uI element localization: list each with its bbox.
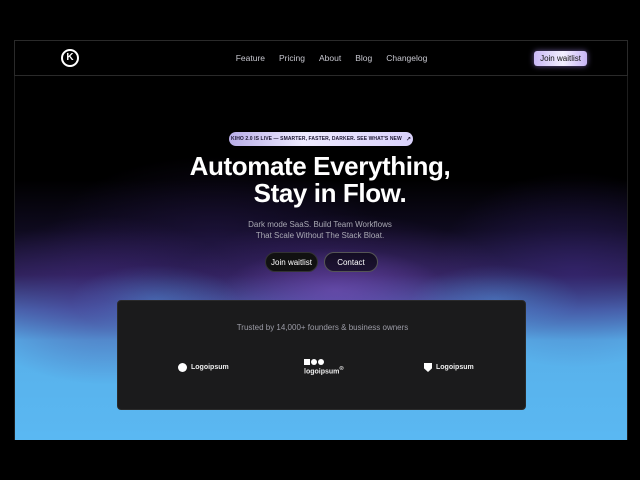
announcement-text: KIHO 2.0 IS LIVE — SMARTER, FASTER, DARK… (231, 136, 402, 142)
brand-logo-icon[interactable]: K (61, 49, 79, 67)
partner-logo-2-wordmark: logoipsum® (304, 366, 344, 375)
nav-links: Feature Pricing About Blog Changelog (236, 53, 428, 63)
partner-logo-3: Logoipsum (424, 363, 474, 372)
hero-subtitle-line1: Dark mode SaaS. Build Team Workflows (248, 220, 392, 229)
partner-logo-2: logoipsum® (304, 359, 344, 375)
logo-glyph: K (66, 52, 74, 63)
nav-link-feature[interactable]: Feature (236, 53, 265, 63)
trust-text: Trusted by 14,000+ founders & business o… (236, 323, 409, 332)
nav-link-about[interactable]: About (319, 53, 341, 63)
block-square (304, 359, 310, 365)
nav-link-blog[interactable]: Blog (355, 53, 372, 63)
hero-title: Automate Everything, Stay in Flow. (0, 153, 640, 207)
blocks-icon (304, 359, 324, 365)
bolt-circle-icon (178, 363, 187, 372)
shield-icon (424, 363, 432, 372)
arrow-up-right-icon: ↗ (405, 136, 411, 143)
partner-logo-1-name: Logoipsum (191, 364, 229, 371)
registered-mark: ® (339, 366, 344, 372)
nav-join-waitlist-button[interactable]: Join waitlist (534, 50, 587, 66)
partner-logo-1: Logoipsum (178, 363, 229, 372)
trust-card: Trusted by 14,000+ founders & business o… (117, 300, 526, 410)
contact-button[interactable]: Contact (324, 252, 378, 272)
nav-link-changelog[interactable]: Changelog (386, 53, 427, 63)
hero-cta-row: Join waitlist Contact (265, 252, 378, 272)
partner-logo-3-name: Logoipsum (436, 364, 474, 371)
block-circle (311, 359, 317, 365)
top-nav: K Feature Pricing About Blog Changelog J… (14, 40, 628, 76)
hero-subtitle: Dark mode SaaS. Build Team Workflows Tha… (0, 219, 640, 241)
nav-link-pricing[interactable]: Pricing (279, 53, 305, 63)
hero-title-line2: Stay in Flow. (253, 178, 407, 208)
join-waitlist-button[interactable]: Join waitlist (265, 252, 318, 272)
hero-subtitle-line2: That Scale Without The Stack Bloat. (255, 231, 385, 240)
hero-title-line1: Automate Everything, (189, 151, 451, 181)
block-circle (318, 359, 324, 365)
partner-logo-2-name: logoipsum (304, 368, 340, 376)
announcement-badge[interactable]: KIHO 2.0 IS LIVE — SMARTER, FASTER, DARK… (229, 132, 413, 146)
